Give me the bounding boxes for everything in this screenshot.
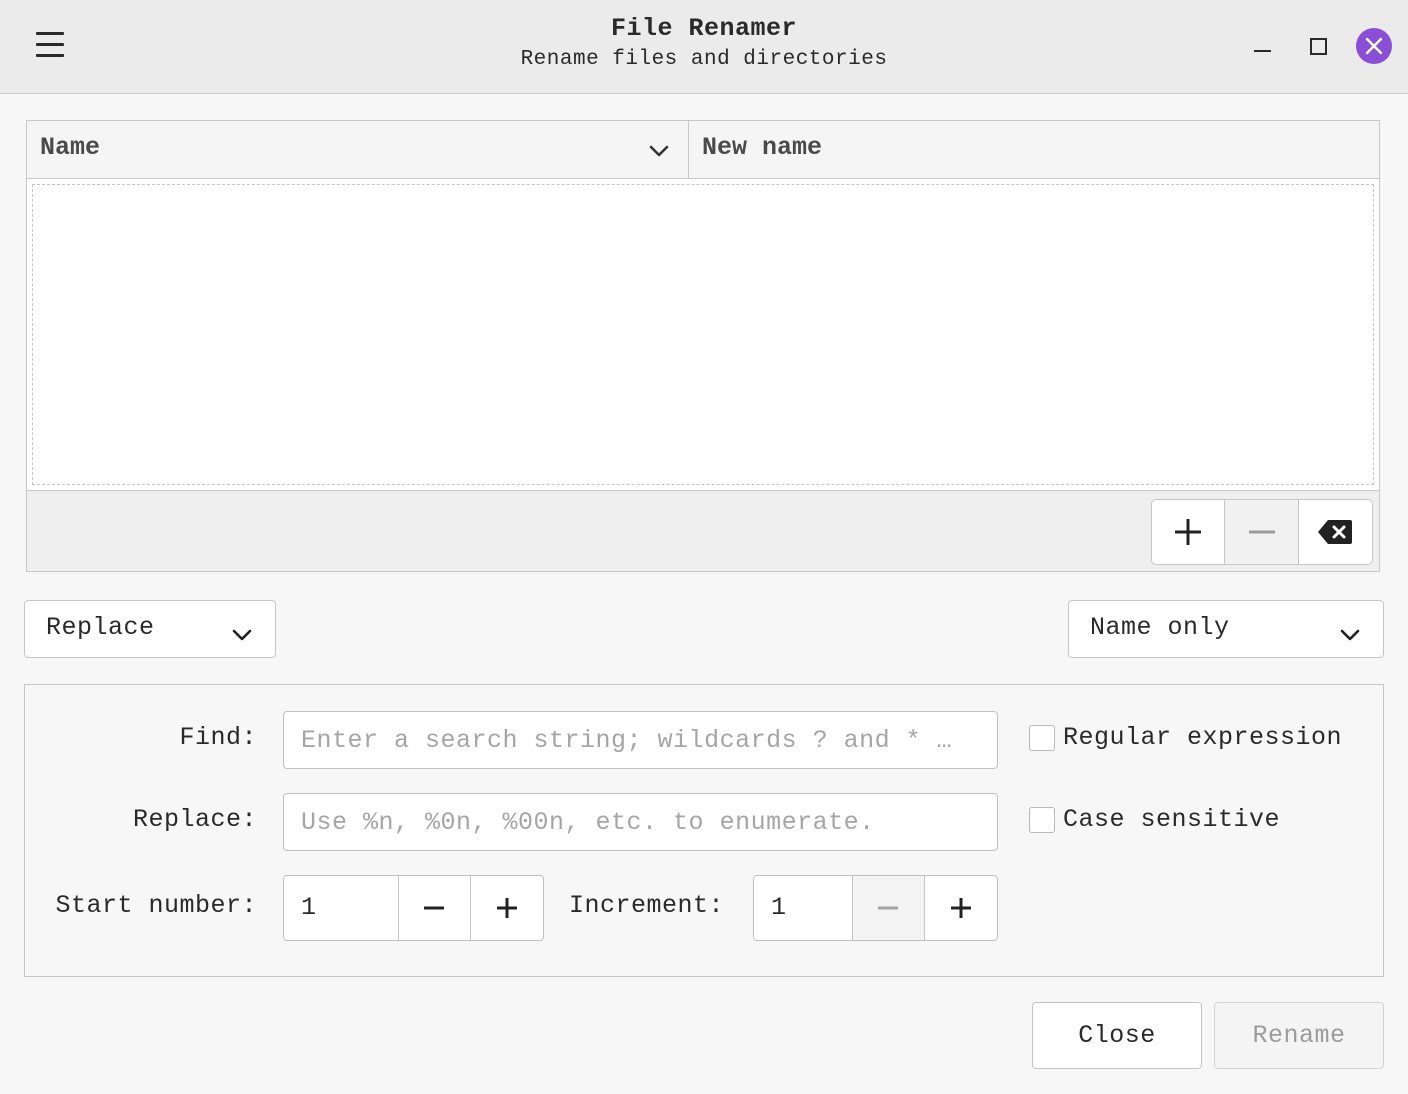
regular-expression-label: Regular expression: [1063, 723, 1343, 752]
scope-dropdown[interactable]: Name only: [1068, 600, 1384, 658]
find-label: Find:: [179, 723, 257, 752]
file-list-drop-zone: [32, 184, 1374, 485]
start-number-increment-button[interactable]: [470, 876, 543, 940]
minus-icon: [424, 906, 445, 910]
column-header-new-name[interactable]: New name: [689, 121, 1379, 179]
chevron-down-icon: [232, 629, 252, 641]
mode-dropdown[interactable]: Replace: [24, 600, 276, 658]
clear-list-button[interactable]: [1299, 500, 1372, 564]
column-header-name[interactable]: Name: [27, 121, 689, 179]
scope-dropdown-value: Name only: [1090, 613, 1230, 642]
start-number-label: Start number:: [55, 891, 257, 920]
plus-icon: [1175, 519, 1202, 545]
find-input[interactable]: [283, 711, 998, 769]
file-list[interactable]: [27, 179, 1379, 491]
increment-value[interactable]: 1: [754, 876, 852, 940]
rename-button[interactable]: Rename: [1214, 1002, 1384, 1069]
plus-icon: [497, 898, 518, 918]
case-sensitive-label: Case sensitive: [1063, 805, 1281, 834]
minus-icon: [878, 906, 899, 910]
minimize-icon[interactable]: [1245, 30, 1279, 64]
close-window-icon[interactable]: [1356, 28, 1392, 64]
add-file-button[interactable]: [1152, 500, 1226, 564]
start-number-stepper: 1: [283, 875, 544, 941]
increment-label: Increment:: [569, 891, 725, 920]
replace-label: Replace:: [132, 805, 257, 834]
start-number-value[interactable]: 1: [284, 876, 398, 940]
increment-stepper: 1: [753, 875, 998, 941]
chevron-down-icon: [1340, 629, 1360, 641]
window-subtitle: Rename files and directories: [520, 48, 888, 71]
minus-icon: [1248, 530, 1275, 534]
increment-decrement-button[interactable]: [851, 876, 925, 940]
backspace-icon: [1318, 520, 1353, 544]
start-number-decrement-button[interactable]: [397, 876, 471, 940]
mode-dropdown-value: Replace: [46, 613, 155, 642]
remove-file-button[interactable]: [1225, 500, 1299, 564]
close-button[interactable]: Close: [1032, 1002, 1202, 1069]
file-list-panel: Name New name: [26, 120, 1380, 572]
case-sensitive-checkbox[interactable]: [1029, 807, 1055, 833]
window-title: File Renamer: [610, 14, 798, 43]
regular-expression-checkbox[interactable]: [1029, 725, 1055, 751]
title-bar: File Renamer Rename files and directorie…: [0, 0, 1408, 94]
replace-input[interactable]: [283, 793, 998, 851]
plus-icon: [951, 898, 972, 918]
column-new-name-label: New name: [702, 133, 823, 162]
options-panel: Find: Regular expression Replace: Case s…: [24, 684, 1384, 977]
column-name-label: Name: [40, 133, 101, 162]
maximize-icon[interactable]: [1300, 28, 1336, 64]
file-list-buttons: [1151, 499, 1373, 565]
increment-increment-button[interactable]: [924, 876, 997, 940]
sort-chevron-down-icon: [649, 145, 669, 157]
